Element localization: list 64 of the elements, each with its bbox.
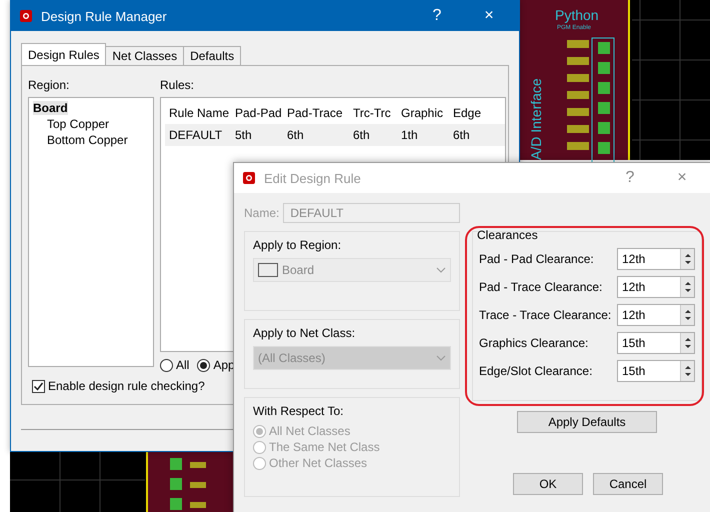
spinner-arrows-icon	[684, 336, 692, 350]
field-label: Edge/Slot Clearance:	[479, 364, 592, 378]
help-button[interactable]: ?	[608, 164, 652, 192]
apply-defaults-button[interactable]: Apply Defaults	[517, 411, 657, 433]
table-cell-text: 6th	[452, 128, 471, 142]
column-header: Edge	[452, 106, 482, 120]
group-title: Apply to Net Class:	[253, 326, 356, 340]
table-cell-text: DEFAULT	[168, 128, 224, 142]
enable-checkbox[interactable]: Enable design rule checking?	[32, 379, 502, 393]
check-icon	[33, 380, 44, 392]
radio-option[interactable]: All	[160, 358, 190, 372]
field-label: Graphics Clearance:	[479, 336, 588, 350]
spinner-arrows-icon	[684, 280, 692, 294]
spinner-buttons[interactable]	[680, 333, 694, 353]
group-title: Clearances	[477, 228, 539, 242]
field-label: Trace - Trace Clearance:	[479, 308, 612, 322]
close-button[interactable]: ×	[467, 2, 511, 30]
tree-item[interactable]: Board	[33, 101, 68, 115]
region-label: Region:	[28, 78, 70, 92]
dialog-title: Edit Design Rule	[264, 170, 362, 186]
spinner-control[interactable]: 15th	[617, 332, 695, 354]
tree-item[interactable]: Top Copper	[47, 117, 110, 131]
spinner-arrows-icon	[684, 364, 692, 378]
field-label: Pad - Trace Clearance:	[479, 280, 602, 294]
app-logo-icon	[19, 9, 33, 23]
tree-item[interactable]: Bottom Copper	[47, 133, 128, 147]
pcb-label: A/D Interface	[528, 78, 544, 160]
group-title: Apply to Region:	[253, 238, 342, 252]
table-cell-text: 1th	[400, 128, 419, 142]
region-swatch-icon	[258, 263, 278, 277]
spinner-buttons[interactable]	[680, 305, 694, 325]
name-label: Name:	[244, 206, 280, 220]
spinner-buttons[interactable]	[680, 277, 694, 297]
rule-row[interactable]: DEFAULT 5th 6th 6th 1th 6th	[165, 124, 505, 146]
rules-label: Rules:	[160, 78, 196, 92]
spinner-control[interactable]: 12th	[617, 276, 695, 298]
spinner-control[interactable]: 15th	[617, 360, 695, 382]
field-label: Pad - Pad Clearance:	[479, 252, 594, 266]
column-header: Pad-Pad	[234, 106, 283, 120]
table-cell-text: 6th	[352, 128, 371, 142]
column-header: Rule Name	[168, 106, 230, 120]
spinner-buttons[interactable]	[680, 361, 694, 381]
table-cell-text: 5th	[234, 128, 253, 142]
cancel-button[interactable]: Cancel	[593, 473, 663, 495]
tab[interactable]: Design Rules	[21, 43, 106, 65]
app-logo-icon	[242, 171, 256, 185]
ok-button[interactable]: OK	[513, 473, 583, 495]
column-header: Pad-Trace	[286, 106, 344, 120]
spinner-control[interactable]: 12th	[617, 304, 695, 326]
spinner-arrows-icon	[684, 252, 692, 266]
tab[interactable]: Defaults	[183, 46, 242, 65]
group-title: With Respect To:	[253, 404, 344, 418]
spinner-arrows-icon	[684, 308, 692, 322]
close-button[interactable]: ×	[660, 164, 704, 192]
chevron-down-icon	[436, 267, 446, 273]
spinner-buttons[interactable]	[680, 249, 694, 269]
help-button[interactable]: ?	[415, 2, 459, 30]
window-title: Design Rule Manager	[41, 8, 168, 24]
table-cell-text: 6th	[286, 128, 305, 142]
chevron-down-icon	[436, 355, 446, 361]
spinner-control[interactable]: 12th	[617, 248, 695, 270]
column-header: Trc-Trc	[352, 106, 392, 120]
column-header: Graphic	[400, 106, 444, 120]
pcb-label: Python	[555, 7, 599, 23]
